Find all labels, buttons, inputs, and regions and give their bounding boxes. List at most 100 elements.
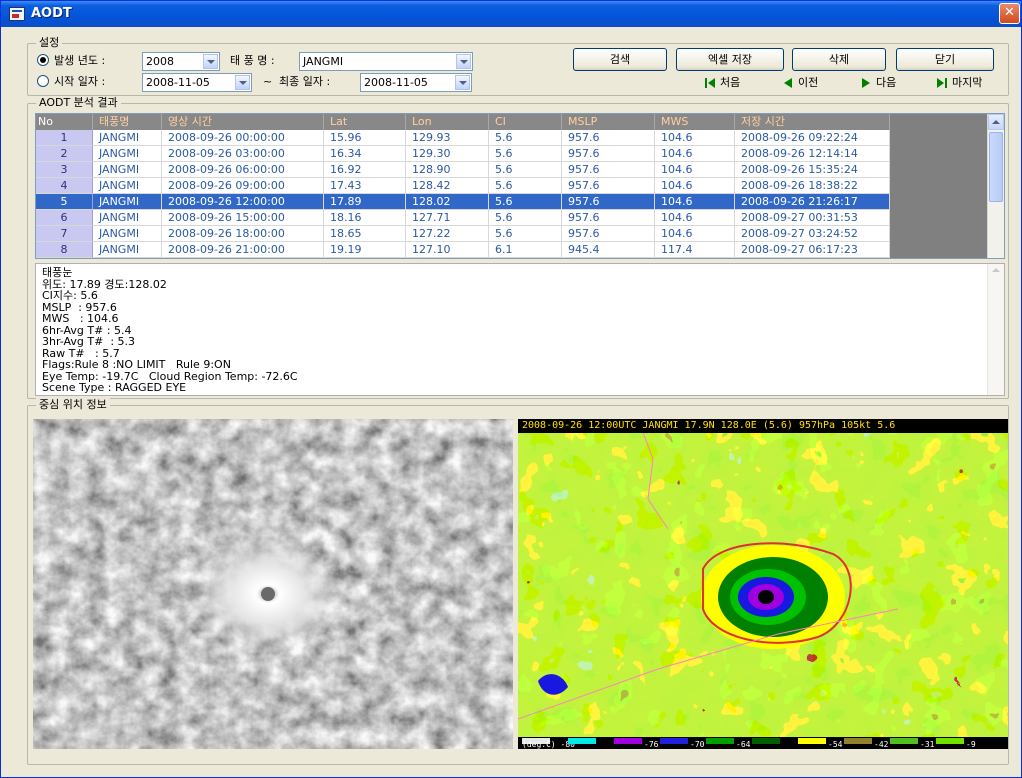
cell-no: 7 — [36, 226, 93, 242]
cell-ci: 5.6 — [489, 178, 562, 194]
scroll-up-icon[interactable] — [992, 268, 1000, 272]
center-info-group-label: 중심 위치 정보 — [36, 398, 110, 412]
last-page-label: 마지막 — [952, 76, 983, 89]
next-page-label: 다음 — [876, 76, 897, 89]
chevron-down-icon[interactable] — [455, 75, 470, 90]
chevron-down-icon[interactable] — [235, 75, 250, 90]
cell-lon: 129.93 — [406, 130, 489, 146]
cell-typhoon-name: JANGMI — [93, 210, 162, 226]
cell-typhoon-name: JANGMI — [93, 130, 162, 146]
radio-year-label: 발생 년도 : — [54, 54, 106, 67]
cell-mws: 104.6 — [655, 162, 735, 178]
date-range-tilde: ~ — [263, 75, 273, 88]
table-row[interactable]: 5 JANGMI 2008-09-26 12:00:00 17.89 128.02 5.6… — [36, 194, 890, 210]
end-date-label: 최종 일자 : — [279, 75, 331, 88]
search-button[interactable]: 검색 — [573, 48, 667, 71]
first-page-button[interactable]: 처음 — [704, 73, 740, 93]
settings-group-label: 설정 — [36, 36, 63, 50]
table-row[interactable]: 4 JANGMI 2008-09-26 09:00:00 17.43 128.42 5.6… — [36, 178, 890, 194]
header-col-typhoon-name[interactable]: 태풍명 — [93, 114, 162, 130]
cell-image-time: 2008-09-26 09:00:00 — [162, 178, 324, 194]
cell-mws: 104.6 — [655, 194, 735, 210]
cell-image-time: 2008-09-26 03:00:00 — [162, 146, 324, 162]
legend-swatch — [568, 738, 596, 744]
infrared-satellite-image — [33, 419, 513, 749]
app-icon — [9, 7, 25, 21]
table-row[interactable]: 7 JANGMI 2008-09-26 18:00:00 18.65 127.22 5.6… — [36, 226, 890, 242]
cell-save-time: 2008-09-26 21:26:17 — [735, 194, 890, 210]
close-button[interactable]: 닫기 — [896, 48, 994, 71]
cell-mws: 104.6 — [655, 178, 735, 194]
legend-swatch — [660, 738, 688, 744]
radio-year[interactable] — [37, 54, 49, 66]
scroll-thumb[interactable] — [989, 132, 1003, 202]
last-page-button[interactable]: 마지막 — [936, 73, 982, 93]
legend-swatch — [798, 738, 826, 744]
cell-lat: 15.96 — [324, 130, 406, 146]
cell-save-time: 2008-09-27 00:31:53 — [735, 210, 890, 226]
title-bar[interactable]: AODT ✕ — [1, 1, 1021, 27]
next-page-button[interactable]: 다음 — [860, 73, 896, 93]
year-select[interactable]: 2008 — [142, 52, 220, 71]
start-date-picker[interactable]: 2008-11-05 — [142, 73, 252, 92]
cell-no: 6 — [36, 210, 93, 226]
close-window-button[interactable]: ✕ — [999, 3, 1020, 24]
skip-first-icon — [705, 78, 715, 88]
cell-mws: 104.6 — [655, 130, 735, 146]
header-col-mws[interactable]: MWS — [655, 114, 735, 130]
delete-button[interactable]: 삭제 — [792, 48, 886, 71]
cell-mws: 104.6 — [655, 146, 735, 162]
cell-no: 4 — [36, 178, 93, 194]
previous-page-button[interactable]: 이전 — [782, 73, 818, 93]
start-date-value: 2008-11-05 — [146, 76, 210, 89]
cell-mslp: 945.4 — [562, 242, 655, 258]
table-row[interactable]: 1 JANGMI 2008-09-26 00:00:00 15.96 129.93 5.6… — [36, 130, 890, 146]
header-col-ci[interactable]: CI — [489, 114, 562, 130]
radio-start-date[interactable] — [37, 75, 49, 87]
header-col-image-time[interactable]: 영상 시간 — [162, 114, 324, 130]
table-row[interactable]: 2 JANGMI 2008-09-26 03:00:00 16.34 129.30 5.6… — [36, 146, 890, 162]
infrared-image-graphic — [33, 419, 513, 749]
cell-typhoon-name: JANGMI — [93, 162, 162, 178]
header-col-save-time[interactable]: 저장 시간 — [735, 114, 890, 130]
scroll-up-icon[interactable] — [988, 114, 1004, 130]
cell-typhoon-name: JANGMI — [93, 194, 162, 210]
typhoon-name-select[interactable]: JANGMI — [299, 52, 473, 71]
cell-mslp: 957.6 — [562, 210, 655, 226]
end-date-picker[interactable]: 2008-11-05 — [360, 73, 472, 92]
typhoon-name-value: JANGMI — [303, 55, 344, 68]
grid-scrollbar[interactable] — [987, 114, 1004, 258]
results-grid[interactable]: No 태풍명 영상 시간 Lat Lon CI MSLP MWS 저장 시간 1 JANGMI 20… — [35, 113, 1005, 259]
excel-save-button[interactable]: 엑셀 저장 — [676, 48, 784, 71]
cell-mslp: 957.6 — [562, 146, 655, 162]
table-row[interactable]: 6 JANGMI 2008-09-26 15:00:00 18.16 127.71 5.6… — [36, 210, 890, 226]
cell-ci: 6.1 — [489, 242, 562, 258]
cell-mslp: 957.6 — [562, 178, 655, 194]
cell-ci: 5.6 — [489, 210, 562, 226]
cell-ci: 5.6 — [489, 226, 562, 242]
cell-save-time: 2008-09-27 06:17:23 — [735, 242, 890, 258]
legend-label: -76 — [644, 740, 659, 749]
header-col-lat[interactable]: Lat — [324, 114, 406, 130]
cell-save-time: 2008-09-26 12:14:14 — [735, 146, 890, 162]
chevron-down-icon[interactable] — [203, 54, 218, 69]
detail-scrollbar[interactable] — [987, 264, 1004, 395]
cell-no: 5 — [36, 194, 93, 210]
detail-text-area[interactable]: 태풍눈 위도: 17.89 경도:128.02 CI지수: 5.6 MSLP : 95… — [35, 263, 1005, 396]
cell-lat: 17.43 — [324, 178, 406, 194]
cell-lon: 127.10 — [406, 242, 489, 258]
legend-swatch — [706, 738, 734, 744]
cell-mslp: 957.6 — [562, 226, 655, 242]
cell-no: 8 — [36, 242, 93, 258]
header-col-no[interactable]: No — [36, 114, 93, 130]
table-row[interactable]: 3 JANGMI 2008-09-26 06:00:00 16.92 128.90 5.6… — [36, 162, 890, 178]
cell-lat: 17.89 — [324, 194, 406, 210]
cell-image-time: 2008-09-26 15:00:00 — [162, 210, 324, 226]
table-row[interactable]: 8 JANGMI 2008-09-26 21:00:00 19.19 127.10 6.1… — [36, 242, 890, 258]
chevron-down-icon[interactable] — [456, 54, 471, 69]
cell-image-time: 2008-09-26 00:00:00 — [162, 130, 324, 146]
header-col-lon[interactable]: Lon — [406, 114, 489, 130]
legend-swatch — [614, 738, 642, 744]
header-col-mslp[interactable]: MSLP — [562, 114, 655, 130]
arrow-left-icon — [784, 78, 792, 88]
